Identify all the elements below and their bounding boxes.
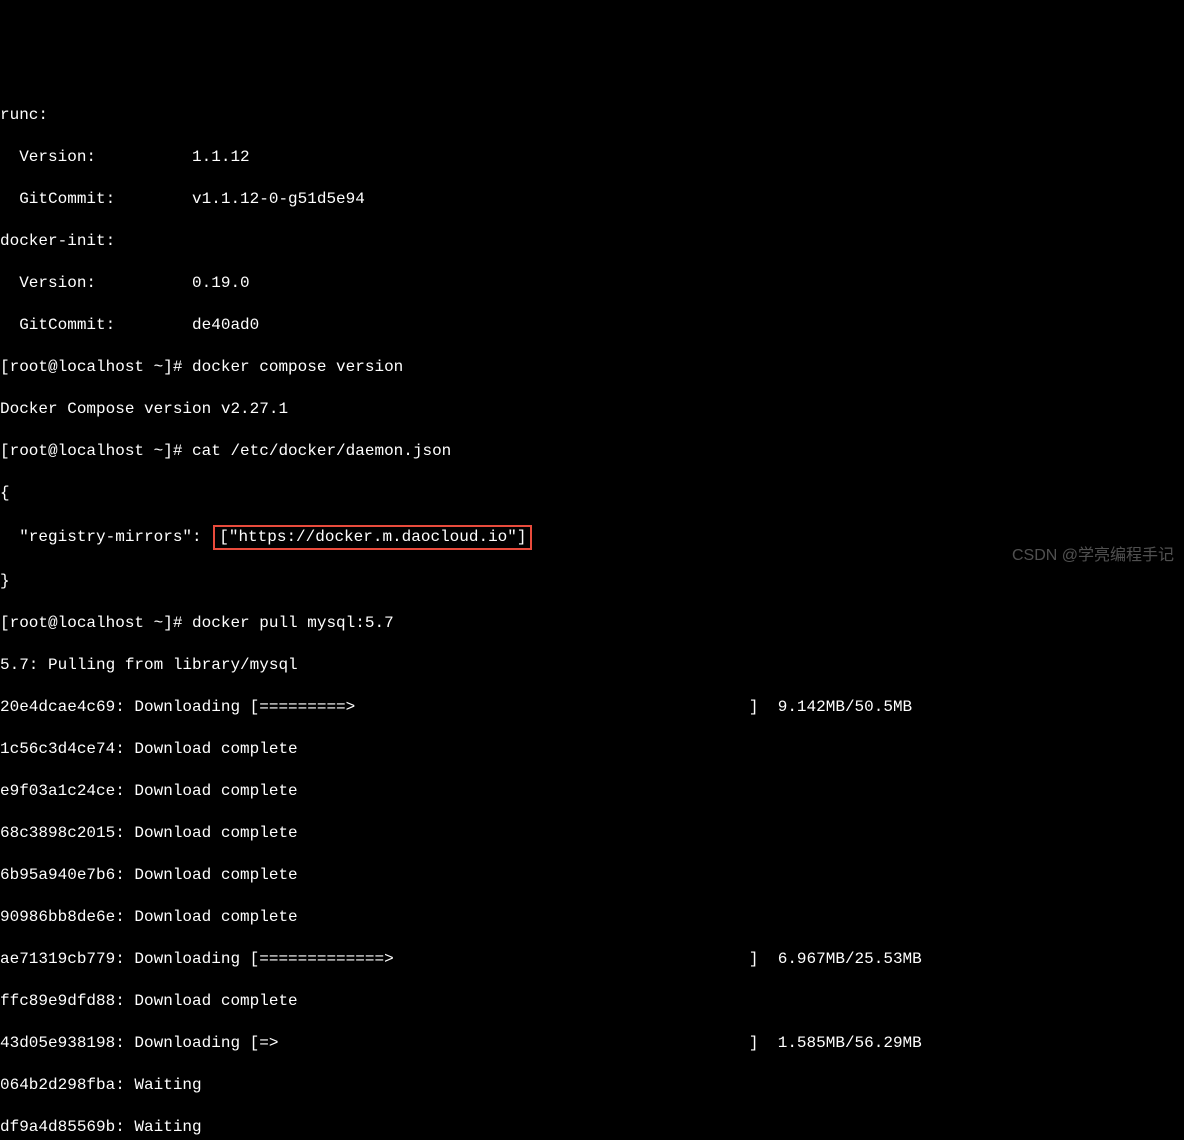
layer-status-6: 90986bb8de6e: Download complete bbox=[0, 907, 1184, 928]
text-runc: runc: bbox=[0, 105, 1184, 126]
watermark-text: CSDN @学亮编程手记 bbox=[1012, 545, 1174, 566]
highlighted-registry-url: ["https://docker.m.daocloud.io"] bbox=[213, 525, 532, 550]
layer-progress-7: ae71319cb779: Downloading [=============… bbox=[0, 949, 1184, 970]
text-gitcommit2: GitCommit: de40ad0 bbox=[0, 315, 1184, 336]
json-open-brace: { bbox=[0, 483, 1184, 504]
layer-progress-1: 20e4dcae4c69: Downloading [=========> ] … bbox=[0, 697, 1184, 718]
pulling-line: 5.7: Pulling from library/mysql bbox=[0, 655, 1184, 676]
prompt-line-2: [root@localhost ~]# cat /etc/docker/daem… bbox=[0, 441, 1184, 462]
prompt: [root@localhost ~]# bbox=[0, 614, 192, 632]
command-text: docker pull mysql:5.7 bbox=[192, 614, 394, 632]
text-docker-init: docker-init: bbox=[0, 231, 1184, 252]
layer-status-3: e9f03a1c24ce: Download complete bbox=[0, 781, 1184, 802]
prompt-line-1: [root@localhost ~]# docker compose versi… bbox=[0, 357, 1184, 378]
layer-waiting-10: 064b2d298fba: Waiting bbox=[0, 1075, 1184, 1096]
text-version2: Version: 0.19.0 bbox=[0, 273, 1184, 294]
command-text: cat /etc/docker/daemon.json bbox=[192, 442, 451, 460]
layer-progress-9: 43d05e938198: Downloading [=> ] 1.585MB/… bbox=[0, 1033, 1184, 1054]
prompt: [root@localhost ~]# bbox=[0, 358, 192, 376]
text-gitcommit1: GitCommit: v1.1.12-0-g51d5e94 bbox=[0, 189, 1184, 210]
prompt-line-3: [root@localhost ~]# docker pull mysql:5.… bbox=[0, 613, 1184, 634]
json-close-brace: } bbox=[0, 571, 1184, 592]
compose-version-output: Docker Compose version v2.27.1 bbox=[0, 399, 1184, 420]
layer-status-5: 6b95a940e7b6: Download complete bbox=[0, 865, 1184, 886]
text-version1: Version: 1.1.12 bbox=[0, 147, 1184, 168]
layer-status-8: ffc89e9dfd88: Download complete bbox=[0, 991, 1184, 1012]
terminal-output[interactable]: runc: Version: 1.1.12 GitCommit: v1.1.12… bbox=[0, 84, 1184, 1140]
prompt: [root@localhost ~]# bbox=[0, 442, 192, 460]
layer-status-2: 1c56c3d4ce74: Download complete bbox=[0, 739, 1184, 760]
layer-waiting-11: df9a4d85569b: Waiting bbox=[0, 1117, 1184, 1138]
layer-status-4: 68c3898c2015: Download complete bbox=[0, 823, 1184, 844]
registry-mirrors-line: "registry-mirrors": ["https://docker.m.d… bbox=[0, 525, 1184, 550]
command-text: docker compose version bbox=[192, 358, 403, 376]
